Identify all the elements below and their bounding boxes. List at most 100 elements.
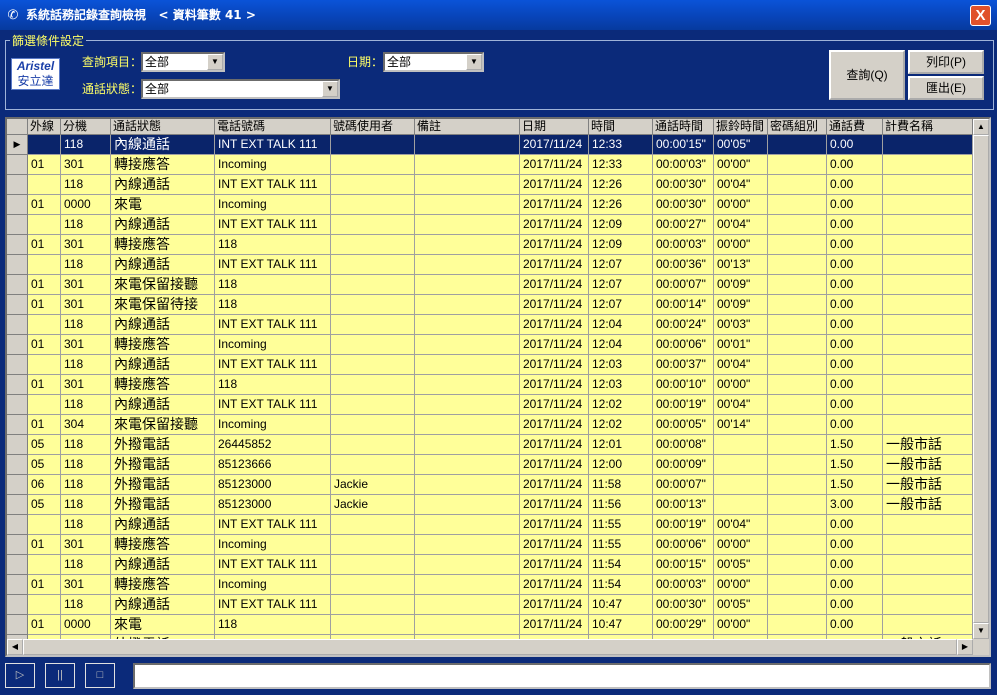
cell-ring-time[interactable]: 00'09" — [714, 275, 768, 295]
cell-billing-name[interactable]: 一般市話 — [883, 435, 973, 455]
column-header-billing-name[interactable]: 計費名稱 — [883, 119, 973, 135]
row-selector[interactable] — [7, 195, 28, 215]
cell-time[interactable]: 12:07 — [589, 275, 653, 295]
cell-outside-line[interactable]: 01 — [28, 375, 61, 395]
cell-time[interactable]: 12:01 — [589, 435, 653, 455]
table-row[interactable]: 01 0000 來電 118 2017/11/24 10:47 00:00'29" 00'00… — [7, 615, 973, 635]
cell-time[interactable]: 11:54 — [589, 575, 653, 595]
cell-date[interactable]: 2017/11/24 — [520, 615, 589, 635]
cell-billing-name[interactable] — [883, 415, 973, 435]
cell-outside-line[interactable]: 01 — [28, 535, 61, 555]
cell-ring-time[interactable]: 00'00" — [714, 155, 768, 175]
row-selector[interactable] — [7, 555, 28, 575]
row-selector[interactable] — [7, 295, 28, 315]
cell-talk-time[interactable]: 00:00'03" — [653, 575, 714, 595]
cell-call-fee[interactable]: 0.00 — [827, 615, 883, 635]
row-selector[interactable] — [7, 355, 28, 375]
cell-password-group[interactable] — [768, 175, 827, 195]
cell-date[interactable]: 2017/11/24 — [520, 275, 589, 295]
cell-phone-number[interactable]: Incoming — [215, 195, 331, 215]
cell-extension[interactable]: 118 — [61, 515, 111, 535]
cell-ring-time[interactable]: 00'00" — [714, 195, 768, 215]
chevron-down-icon[interactable]: ▼ — [322, 81, 338, 97]
cell-ring-time[interactable]: 00'00" — [714, 375, 768, 395]
vertical-scrollbar[interactable]: ▲ ▼ — [973, 119, 989, 639]
cell-number-user[interactable] — [331, 335, 415, 355]
cell-billing-name[interactable] — [883, 335, 973, 355]
row-selector[interactable] — [7, 435, 28, 455]
cell-number-user[interactable] — [331, 195, 415, 215]
cell-date[interactable]: 2017/11/24 — [520, 295, 589, 315]
cell-ring-time[interactable]: 00'04" — [714, 515, 768, 535]
cell-extension[interactable]: 118 — [61, 595, 111, 615]
query-button[interactable]: 查詢(Q) — [829, 50, 905, 100]
cell-call-fee[interactable]: 0.00 — [827, 255, 883, 275]
cell-date[interactable]: 2017/11/24 — [520, 575, 589, 595]
cell-phone-number[interactable]: 118 — [215, 235, 331, 255]
cell-remark[interactable] — [415, 575, 520, 595]
cell-outside-line[interactable]: 05 — [28, 495, 61, 515]
cell-billing-name[interactable] — [883, 395, 973, 415]
cell-number-user[interactable] — [331, 615, 415, 635]
cell-call-fee[interactable]: 0.00 — [827, 235, 883, 255]
cell-call-fee[interactable]: 0.00 — [827, 395, 883, 415]
cell-billing-name[interactable] — [883, 255, 973, 275]
cell-call-status[interactable]: 外撥電話 — [111, 455, 215, 475]
cell-call-status[interactable]: 外撥電話 — [111, 495, 215, 515]
cell-outside-line[interactable]: 05 — [28, 435, 61, 455]
cell-password-group[interactable] — [768, 335, 827, 355]
cell-billing-name[interactable]: 一般市話 — [883, 475, 973, 495]
cell-remark[interactable] — [415, 135, 520, 155]
column-header-outside-line[interactable]: 外線 — [28, 119, 61, 135]
cell-billing-name[interactable] — [883, 155, 973, 175]
cell-remark[interactable] — [415, 315, 520, 335]
cell-outside-line[interactable]: 01 — [28, 275, 61, 295]
cell-remark[interactable] — [415, 275, 520, 295]
cell-outside-line[interactable] — [28, 555, 61, 575]
column-header-phone-number[interactable]: 電話號碼 — [215, 119, 331, 135]
cell-talk-time[interactable]: 00:00'14" — [653, 295, 714, 315]
query-item-select[interactable]: 全部 ▼ — [141, 52, 225, 72]
row-selector[interactable] — [7, 375, 28, 395]
cell-password-group[interactable] — [768, 375, 827, 395]
row-selector[interactable] — [7, 335, 28, 355]
cell-extension[interactable]: 0000 — [61, 195, 111, 215]
column-header-extension[interactable]: 分機 — [61, 119, 111, 135]
cell-remark[interactable] — [415, 295, 520, 315]
cell-phone-number[interactable]: INT EXT TALK 111 — [215, 315, 331, 335]
cell-billing-name[interactable] — [883, 295, 973, 315]
cell-billing-name[interactable] — [883, 315, 973, 335]
cell-outside-line[interactable] — [28, 595, 61, 615]
cell-outside-line[interactable]: 01 — [28, 295, 61, 315]
cell-billing-name[interactable] — [883, 575, 973, 595]
cell-ring-time[interactable] — [714, 475, 768, 495]
cell-date[interactable]: 2017/11/24 — [520, 355, 589, 375]
cell-extension[interactable]: 304 — [61, 415, 111, 435]
cell-remark[interactable] — [415, 215, 520, 235]
cell-number-user[interactable]: Jackie — [331, 495, 415, 515]
cell-time[interactable]: 11:55 — [589, 535, 653, 555]
cell-call-fee[interactable]: 1.50 — [827, 475, 883, 495]
cell-talk-time[interactable]: 00:00'30" — [653, 595, 714, 615]
cell-outside-line[interactable] — [28, 315, 61, 335]
cell-call-status[interactable]: 轉接應答 — [111, 235, 215, 255]
row-selector[interactable] — [7, 415, 28, 435]
cell-ring-time[interactable]: 00'00" — [714, 575, 768, 595]
cell-outside-line[interactable]: 01 — [28, 195, 61, 215]
table-row[interactable]: 01 301 來電保留待接 118 2017/11/24 12:07 00:00'14" 00… — [7, 295, 973, 315]
cell-password-group[interactable] — [768, 475, 827, 495]
cell-number-user[interactable] — [331, 155, 415, 175]
cell-outside-line[interactable]: 01 — [28, 335, 61, 355]
call-records-grid[interactable]: 外線 分機 通話狀態 電話號碼 號碼使用者 備註 日期 時間 通話時間 振鈴時間 密碼組別 通話費 計費… — [5, 117, 991, 657]
horizontal-scrollbar[interactable]: ◀ ▶ — [7, 639, 973, 655]
cell-call-status[interactable]: 外撥電話 — [111, 475, 215, 495]
cell-phone-number[interactable]: Incoming — [215, 415, 331, 435]
cell-phone-number[interactable]: 26445852 — [215, 435, 331, 455]
print-button[interactable]: 列印(P) — [908, 50, 984, 74]
cell-remark[interactable] — [415, 355, 520, 375]
row-selector[interactable] — [7, 395, 28, 415]
cell-call-status[interactable]: 內線通話 — [111, 355, 215, 375]
cell-outside-line[interactable]: 01 — [28, 575, 61, 595]
cell-password-group[interactable] — [768, 495, 827, 515]
table-row[interactable]: ▶ 118 內線通話 INT EXT TALK 111 2017/11/24 12:33 0… — [7, 135, 973, 155]
